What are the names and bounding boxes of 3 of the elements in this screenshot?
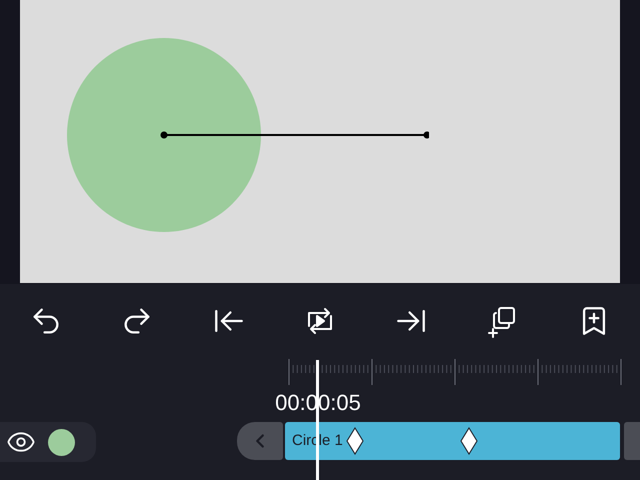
next-clip-edge xyxy=(624,422,640,460)
keyframe-icon[interactable] xyxy=(346,427,364,455)
keyframe-icon[interactable] xyxy=(460,427,478,455)
